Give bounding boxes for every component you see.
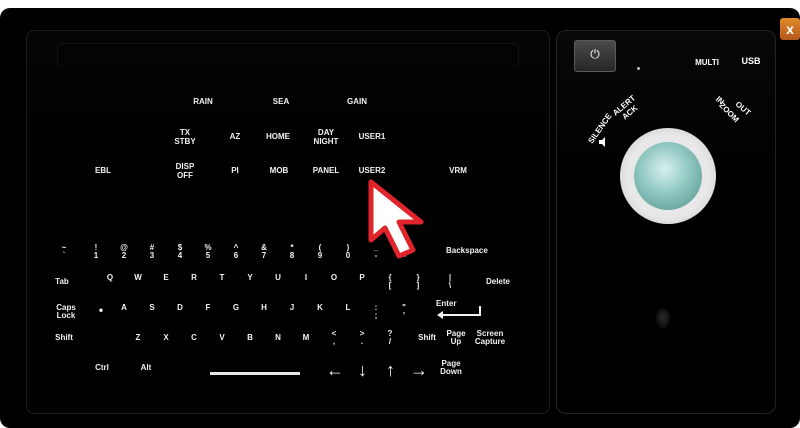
- home-key[interactable]: HOME: [260, 132, 296, 141]
- key-0[interactable]: ) 0: [336, 244, 360, 260]
- user2-key[interactable]: USER2: [356, 166, 388, 175]
- tab-key[interactable]: Tab: [50, 278, 74, 286]
- pi-key[interactable]: PI: [220, 166, 250, 175]
- speaker-mute-icon: [599, 137, 605, 147]
- arrow-right-key[interactable]: →: [410, 361, 428, 379]
- key-9[interactable]: ( 9: [308, 244, 332, 260]
- arrow-down-key[interactable]: ↓: [358, 361, 367, 379]
- key-h[interactable]: H: [252, 304, 276, 312]
- key-i[interactable]: I: [294, 274, 318, 282]
- panel-key[interactable]: PANEL: [308, 166, 344, 175]
- power-button[interactable]: ⏻: [574, 40, 616, 72]
- key-k[interactable]: K: [308, 304, 332, 312]
- sea-key[interactable]: SEA: [266, 97, 296, 106]
- key-m[interactable]: M: [294, 334, 318, 342]
- key-q[interactable]: Q: [98, 274, 122, 282]
- key-backslash[interactable]: | \: [438, 274, 462, 290]
- key-4[interactable]: $ 4: [168, 244, 192, 260]
- key-p[interactable]: P: [350, 274, 374, 282]
- power-icon: ⏻: [590, 47, 600, 61]
- close-icon: x: [786, 21, 794, 37]
- key-semicolon[interactable]: : ;: [364, 304, 388, 320]
- key-slash[interactable]: ? /: [378, 330, 402, 346]
- key-f[interactable]: F: [196, 304, 220, 312]
- key-6[interactable]: ^ 6: [224, 244, 248, 260]
- shift-left-key[interactable]: Shift: [52, 334, 76, 342]
- key-a[interactable]: A: [112, 304, 136, 312]
- key-z[interactable]: Z: [126, 334, 150, 342]
- status-dot: [637, 67, 640, 70]
- key-8[interactable]: * 8: [280, 244, 304, 260]
- key-n[interactable]: N: [266, 334, 290, 342]
- rain-key[interactable]: RAIN: [188, 97, 218, 106]
- shift-right-key[interactable]: Shift: [415, 334, 439, 342]
- key-7[interactable]: & 7: [252, 244, 276, 260]
- mob-key[interactable]: MOB: [264, 166, 294, 175]
- user1-key[interactable]: USER1: [354, 132, 390, 141]
- vrm-key[interactable]: VRM: [442, 166, 474, 175]
- key-g[interactable]: G: [224, 304, 248, 312]
- key-l[interactable]: L: [336, 304, 360, 312]
- page-down-key[interactable]: Page Down: [438, 360, 464, 376]
- key-comma[interactable]: < ,: [322, 330, 346, 346]
- key-y[interactable]: Y: [238, 274, 262, 282]
- key-r[interactable]: R: [182, 274, 206, 282]
- trackball[interactable]: [634, 142, 702, 210]
- key-bracket-left[interactable]: { [: [378, 274, 402, 290]
- key-quote[interactable]: " ': [392, 304, 416, 320]
- caps-lock-indicator: •: [98, 303, 104, 317]
- usb-label: USB: [741, 56, 761, 66]
- enter-return-icon: [437, 306, 481, 319]
- key-o[interactable]: O: [322, 274, 346, 282]
- delete-key[interactable]: Delete: [482, 278, 514, 286]
- key-u[interactable]: U: [266, 274, 290, 282]
- key-3[interactable]: # 3: [140, 244, 164, 260]
- gain-key[interactable]: GAIN: [342, 97, 372, 106]
- day-night-key[interactable]: DAY NIGHT: [308, 128, 344, 146]
- keypad-area: [26, 30, 550, 414]
- caps-lock-key[interactable]: Caps Lock: [54, 304, 78, 320]
- key-bracket-right[interactable]: } ]: [406, 274, 430, 290]
- key-5[interactable]: % 5: [196, 244, 220, 260]
- ebl-key[interactable]: EBL: [88, 166, 118, 175]
- ctrl-key[interactable]: Ctrl: [90, 364, 114, 372]
- close-button[interactable]: x: [780, 18, 800, 40]
- indicator-light: [656, 308, 670, 328]
- cursor-arrow-icon: [368, 179, 424, 259]
- key-w[interactable]: W: [126, 274, 150, 282]
- key-b[interactable]: B: [238, 334, 262, 342]
- key-period[interactable]: > .: [350, 330, 374, 346]
- key-1[interactable]: ! 1: [84, 244, 108, 260]
- key-c[interactable]: C: [182, 334, 206, 342]
- key-v[interactable]: V: [210, 334, 234, 342]
- tx-stby-key[interactable]: TX STBY: [170, 128, 200, 146]
- multi-label: MULTI: [695, 58, 719, 67]
- key-d[interactable]: D: [168, 304, 192, 312]
- arrow-left-key[interactable]: ←: [326, 361, 344, 379]
- disp-off-key[interactable]: DISP OFF: [170, 162, 200, 180]
- key-t[interactable]: T: [210, 274, 234, 282]
- key-j[interactable]: J: [280, 304, 304, 312]
- key-tilde[interactable]: ~ `: [52, 244, 76, 260]
- key-x[interactable]: X: [154, 334, 178, 342]
- page-up-key[interactable]: Page Up: [444, 330, 468, 346]
- key-2[interactable]: @ 2: [112, 244, 136, 260]
- key-s[interactable]: S: [140, 304, 164, 312]
- az-key[interactable]: AZ: [220, 132, 250, 141]
- space-bar[interactable]: [210, 372, 300, 375]
- alt-key[interactable]: Alt: [134, 364, 158, 372]
- arrow-up-key[interactable]: ↑: [386, 361, 395, 379]
- key-e[interactable]: E: [154, 274, 178, 282]
- screen-capture-key[interactable]: Screen Capture: [474, 330, 506, 346]
